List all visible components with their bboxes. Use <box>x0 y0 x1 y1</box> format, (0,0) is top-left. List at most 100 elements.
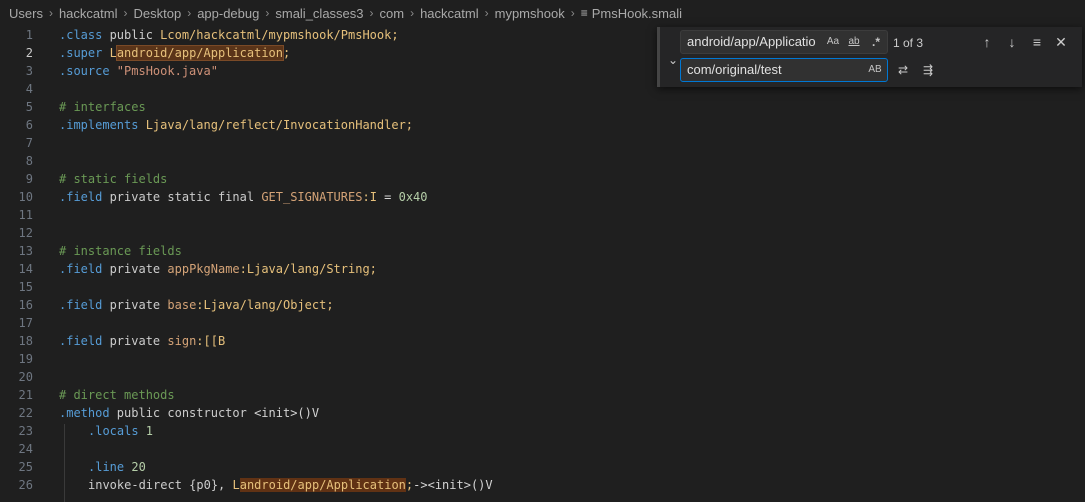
replace-all-icon[interactable]: ⇶ <box>919 61 937 79</box>
code-line[interactable]: 5 # interfaces <box>0 98 1085 116</box>
token-keyword: invoke-direct {p0}, <box>88 478 233 492</box>
breadcrumb-item[interactable]: hackcatml <box>420 6 479 21</box>
line-number: 2 <box>25 46 33 60</box>
line-number: 4 <box>25 82 33 96</box>
chevron-right-icon: › <box>123 6 128 20</box>
replace-icon[interactable]: ⇄ <box>894 61 912 79</box>
token-text: <init>()V <box>254 406 320 420</box>
token-identifier: appPkgName <box>167 262 240 276</box>
code-line[interactable]: 18 .field private sign:[[B <box>0 332 1085 350</box>
token-type: :Ljava/lang/Object; <box>196 298 334 312</box>
token-directive: .implements <box>59 118 139 132</box>
token-keyword: private static final <box>102 190 262 204</box>
token-keyword: private <box>102 298 168 312</box>
token-type: :Ljava/lang/String; <box>239 262 377 276</box>
chevron-right-icon: › <box>48 6 53 20</box>
token-keyword: private <box>102 334 168 348</box>
code-line[interactable]: 23 .locals 1 <box>0 422 1085 440</box>
line-number: 24 <box>18 442 33 456</box>
search-match-current: android/app/Application <box>115 45 285 61</box>
code-line[interactable]: 12 <box>0 224 1085 242</box>
breadcrumb-item[interactable]: hackcatml <box>59 6 118 21</box>
token-comment: # direct methods <box>59 388 175 402</box>
code-line[interactable]: 8 <box>0 152 1085 170</box>
line-number: 6 <box>25 118 33 132</box>
token-type: :[[B <box>196 334 226 348</box>
breadcrumb-item[interactable]: smali_classes3 <box>275 6 363 21</box>
token-directive: .method <box>59 406 110 420</box>
token-directive: .field <box>59 262 103 276</box>
token-keyword: private <box>102 262 168 276</box>
token-number: 20 <box>124 460 146 474</box>
code-line[interactable]: 17 <box>0 314 1085 332</box>
code-line[interactable]: 15 <box>0 278 1085 296</box>
token-keyword: public constructor <box>109 406 255 420</box>
code-line[interactable]: 16 .field private base:Ljava/lang/Object… <box>0 296 1085 314</box>
breadcrumb-item[interactable]: app-debug <box>197 6 259 21</box>
find-input-value: android/app/Applicatio <box>687 34 816 49</box>
chevron-right-icon: › <box>187 6 192 20</box>
code-line[interactable]: 9 # static fields <box>0 170 1085 188</box>
chevron-right-icon: › <box>265 6 270 20</box>
find-in-selection-icon[interactable]: ≡ <box>1028 33 1046 51</box>
code-line[interactable]: 11 <box>0 206 1085 224</box>
line-number: 17 <box>18 316 33 330</box>
line-number: 21 <box>18 388 33 402</box>
line-number: 23 <box>18 424 33 438</box>
arrow-down-icon[interactable]: ↓ <box>1003 33 1021 51</box>
breadcrumb-item[interactable]: Desktop <box>133 6 181 21</box>
line-number: 11 <box>18 208 33 222</box>
close-icon[interactable]: ✕ <box>1052 33 1070 51</box>
code-line[interactable]: 25 .line 20 <box>0 458 1085 476</box>
token-identifier: base <box>167 298 197 312</box>
line-number: 25 <box>18 460 33 474</box>
breadcrumb-item[interactable]: com <box>380 6 405 21</box>
code-line[interactable]: 24 <box>0 440 1085 458</box>
match-case-toggle[interactable]: Aa <box>826 34 840 50</box>
code-line[interactable]: 13 # instance fields <box>0 242 1085 260</box>
token-comment: # interfaces <box>59 100 146 114</box>
lines-icon: ≡ <box>580 6 588 20</box>
code-line[interactable]: 26 invoke-direct {p0}, Landroid/app/Appl… <box>0 476 1085 494</box>
code-editor[interactable]: 1 .class public Lcom/hackcatml/mypmshook… <box>0 26 1085 502</box>
code-line[interactable]: 10 .field private static final GET_SIGNA… <box>0 188 1085 206</box>
code-line[interactable]: 14 .field private appPkgName:Ljava/lang/… <box>0 260 1085 278</box>
breadcrumb-item[interactable]: Users <box>9 6 43 21</box>
line-number: 16 <box>18 298 33 312</box>
find-replace-widget: ⌄ android/app/Applicatio Aa ab .* 1 of 3… <box>657 27 1082 87</box>
replace-input-value: com/original/test <box>687 62 782 77</box>
line-number: 15 <box>18 280 33 294</box>
token-directive: .locals <box>88 424 139 438</box>
line-number: 18 <box>18 334 33 348</box>
token-keyword: public <box>102 28 161 42</box>
breadcrumb-item[interactable]: mypmshook <box>495 6 565 21</box>
token-number: 0x40 <box>398 190 428 204</box>
code-line[interactable]: 19 <box>0 350 1085 368</box>
token-directive: .source <box>59 64 110 78</box>
regex-toggle[interactable]: .* <box>869 34 883 50</box>
code-line[interactable]: 21 # direct methods <box>0 386 1085 404</box>
token-number: 1 <box>138 424 154 438</box>
whole-word-toggle[interactable]: ab <box>846 34 862 50</box>
token-directive: .super <box>59 46 103 60</box>
preserve-case-toggle[interactable]: AB <box>867 62 883 78</box>
code-line[interactable]: 7 <box>0 134 1085 152</box>
token-type: Ljava/lang/reflect/InvocationHandler; <box>138 118 414 132</box>
line-number: 9 <box>25 172 33 186</box>
code-line[interactable]: 20 <box>0 368 1085 386</box>
replace-input[interactable]: com/original/test AB <box>680 58 888 82</box>
breadcrumb-file[interactable]: PmsHook.smali <box>592 6 682 21</box>
result-count: 1 of 3 <box>893 36 924 50</box>
code-line[interactable]: 22 .method public constructor <init>()V <box>0 404 1085 422</box>
token-type: Lcom/hackcatml/mypmshook/PmsHook; <box>160 28 399 42</box>
code-line[interactable]: 6 .implements Ljava/lang/reflect/Invocat… <box>0 116 1085 134</box>
token-string: "PmsHook.java" <box>109 64 218 78</box>
line-number: 13 <box>18 244 33 258</box>
token-comment: # static fields <box>59 172 168 186</box>
find-input[interactable]: android/app/Applicatio Aa ab .* <box>680 30 888 54</box>
token-operator: = <box>376 190 399 204</box>
token-directive: .field <box>59 334 103 348</box>
line-number: 20 <box>18 370 33 384</box>
arrow-up-icon[interactable]: ↑ <box>978 33 996 51</box>
